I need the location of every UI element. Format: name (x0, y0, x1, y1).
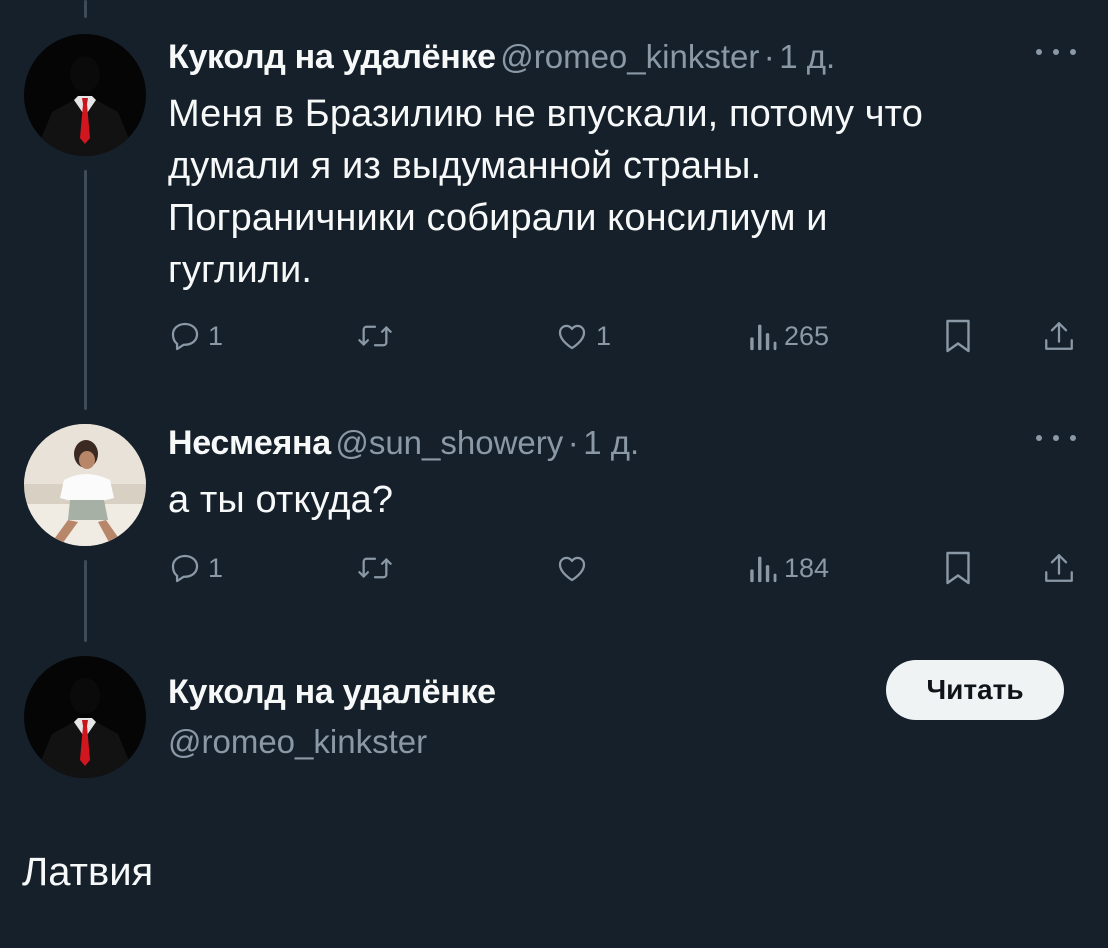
like-icon (558, 324, 586, 350)
repost-button[interactable] (356, 316, 400, 356)
post-text: а ты откуда? (168, 474, 1108, 526)
share-icon (1045, 322, 1073, 350)
post-header: Куколд на удалёнке @romeo_kinkster · 1 д… (168, 38, 1108, 82)
author-name[interactable]: Куколд на удалёнке (168, 38, 496, 76)
views-button[interactable]: 265 (748, 316, 829, 356)
share-button[interactable] (1042, 316, 1076, 356)
repost-icon (358, 325, 392, 347)
post-text: Меня в Бразилию не впускали, потому что … (168, 88, 1108, 296)
reply-count: 1 (208, 552, 224, 583)
post-header: Несмеяна @sun_showery · 1 д. (168, 424, 1108, 468)
post-text-line: гуглили. (168, 249, 313, 291)
post-text-line: Пограничники собирали консилиум и (168, 197, 828, 239)
bookmark-button[interactable] (944, 548, 972, 588)
follow-button[interactable]: Читать (886, 660, 1064, 720)
share-button[interactable] (1042, 548, 1076, 588)
views-icon (750, 556, 777, 583)
bookmark-button[interactable] (944, 316, 972, 356)
views-button[interactable]: 184 (748, 548, 829, 588)
post-text-line: думали я из выдуманной страны. (168, 145, 762, 187)
share-icon (1045, 554, 1073, 582)
reply-count: 1 (208, 320, 224, 351)
like-button[interactable] (554, 548, 596, 588)
bookmark-icon (946, 551, 970, 585)
avatar-sun-showery[interactable] (24, 424, 146, 546)
view-count: 265 (784, 320, 830, 351)
like-button[interactable]: 1 (554, 316, 611, 356)
bookmark-icon (946, 319, 970, 353)
post-time[interactable]: 1 д. (779, 38, 835, 75)
post-actions: 1 184 (168, 548, 1088, 588)
post-actions: 1 1 265 (168, 316, 1088, 356)
reply-icon (171, 554, 199, 583)
post-2: Несмеяна @sun_showery · 1 д. а ты откуда… (168, 424, 1108, 526)
post-time[interactable]: 1 д. (583, 424, 639, 461)
post-text-line: Меня в Бразилию не впускали, потому что (168, 93, 923, 135)
profile-handle[interactable]: @romeo_kinkster (168, 720, 1108, 764)
author-handle[interactable]: @romeo_kinkster (500, 38, 759, 75)
thread-line-1 (84, 170, 87, 410)
separator-dot: · (763, 38, 775, 75)
repost-button[interactable] (356, 548, 400, 588)
view-count: 184 (784, 552, 830, 583)
thread-line-top (84, 0, 87, 18)
repost-icon (358, 557, 392, 579)
reply-button[interactable]: 1 (168, 548, 223, 588)
reply-icon (171, 322, 199, 351)
avatar-romeo[interactable] (24, 34, 146, 156)
like-icon (558, 556, 586, 582)
views-icon (750, 324, 777, 351)
thread-line-2 (84, 560, 87, 642)
more-icon[interactable] (1036, 428, 1076, 448)
more-icon[interactable] (1036, 42, 1076, 62)
separator-dot: · (567, 424, 579, 461)
avatar-romeo-replier[interactable] (24, 656, 146, 778)
post-text-line: а ты откуда? (168, 479, 394, 521)
author-name[interactable]: Несмеяна (168, 424, 331, 462)
like-count: 1 (596, 320, 612, 351)
author-handle[interactable]: @sun_showery (335, 424, 563, 461)
reply-button[interactable]: 1 (168, 316, 223, 356)
post-1: Куколд на удалёнке @romeo_kinkster · 1 д… (168, 38, 1108, 296)
reply-text: Латвия (22, 850, 154, 894)
